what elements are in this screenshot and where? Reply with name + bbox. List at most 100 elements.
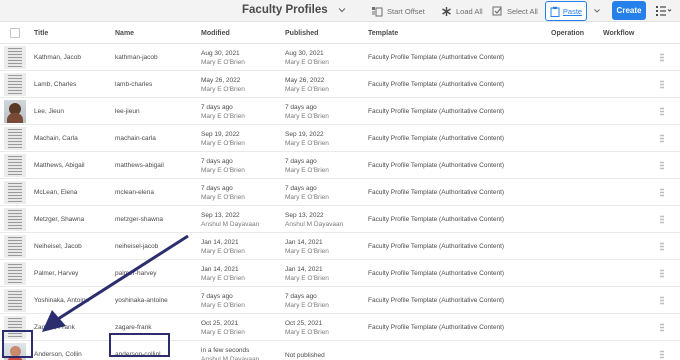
row-title[interactable]: Anderson, Collin (34, 351, 82, 358)
row-published: Oct 25, 2021 Mary E O'Brien (285, 319, 329, 337)
row-title[interactable]: Machain, Carla (34, 135, 78, 142)
published-date: 7 days ago (285, 158, 317, 165)
drag-handle-icon[interactable] (660, 215, 664, 224)
row-name: machain-carla (115, 135, 156, 142)
row-modified: Sep 19, 2022 Mary E O'Brien (201, 130, 245, 148)
page-title: Faculty Profiles (242, 4, 328, 16)
drag-handle-icon[interactable] (660, 323, 664, 332)
published-date: 7 days ago (285, 104, 317, 111)
row-published: Sep 19, 2022 Mary E O'Brien (285, 130, 329, 148)
select-all-button[interactable]: Select All (492, 5, 538, 17)
row-title[interactable]: Neiheisel, Jacob (34, 243, 82, 250)
drag-handle-icon[interactable] (660, 242, 664, 251)
row-title[interactable]: Metzger, Shawna (34, 216, 84, 223)
row-template: Faculty Profile Template (Authoritative … (368, 270, 505, 277)
drag-handle-icon[interactable] (660, 350, 664, 359)
paste-label: Paste (562, 6, 583, 16)
row-title[interactable]: Palmer, Harvey (34, 270, 78, 277)
thumbnail-image[interactable] (4, 73, 26, 96)
row-name: palmer-harvey (115, 270, 157, 277)
table-row[interactable]: Lamb, Charles lamb-charles May 26, 2022 … (0, 71, 680, 98)
row-modified: 7 days ago Mary E O'Brien (201, 103, 245, 121)
row-published: Sep 13, 2022 Anshul M Dayavaan (285, 211, 343, 229)
column-published[interactable]: Published (285, 30, 318, 37)
table-row[interactable]: Kathman, Jacob kathman-jacob Aug 30, 202… (0, 44, 680, 71)
row-title[interactable]: Zagare, Frank (34, 324, 75, 331)
column-title[interactable]: Title (34, 30, 48, 37)
table-row[interactable]: Metzger, Shawna metzger-shawna Sep 13, 2… (0, 206, 680, 233)
table-row[interactable]: Zagare, Frank zagare-frank Oct 25, 2021 … (0, 314, 680, 341)
row-title[interactable]: Lamb, Charles (34, 81, 76, 88)
drag-handle-icon[interactable] (660, 134, 664, 143)
table-row[interactable]: Lee, Jieun lee-jieun 7 days ago Mary E O… (0, 98, 680, 125)
table-row[interactable]: Machain, Carla machain-carla Sep 19, 202… (0, 125, 680, 152)
row-title[interactable]: Matthews, Abigail (34, 162, 85, 169)
table-row[interactable]: McLean, Elena mclean-elena 7 days ago Ma… (0, 179, 680, 206)
select-all-icon (492, 6, 502, 15)
row-title[interactable]: McLean, Elena (34, 189, 77, 196)
drag-handle-icon[interactable] (660, 269, 664, 278)
modified-by: Mary E O'Brien (201, 167, 245, 174)
paste-button[interactable]: Paste (545, 1, 587, 21)
thumbnail-image[interactable] (4, 154, 26, 177)
published-by: Mary E O'Brien (285, 275, 329, 282)
row-published: 7 days ago Mary E O'Brien (285, 184, 329, 202)
thumbnail-image[interactable] (4, 127, 26, 150)
load-all-button[interactable]: Load All (441, 5, 483, 17)
row-title[interactable]: Lee, Jieun (34, 108, 64, 115)
table-row[interactable]: Palmer, Harvey palmer-harvey Jan 14, 202… (0, 260, 680, 287)
load-all-label: Load All (456, 6, 483, 16)
thumbnail-image[interactable] (4, 100, 26, 123)
thumbnail-image[interactable] (4, 46, 26, 69)
row-name: matthews-abigail (115, 162, 164, 169)
thumbnail-image[interactable] (4, 289, 26, 312)
drag-handle-icon[interactable] (660, 296, 664, 305)
modified-by: Mary E O'Brien (201, 113, 245, 120)
column-operation[interactable]: Operation (551, 30, 584, 37)
row-template: Faculty Profile Template (Authoritative … (368, 216, 505, 223)
column-modified[interactable]: Modified (201, 30, 230, 37)
row-published: Jan 14, 2021 Mary E O'Brien (285, 238, 329, 256)
drag-handle-icon[interactable] (660, 161, 664, 170)
row-template: Faculty Profile Template (Authoritative … (368, 189, 505, 196)
published-date: Not published (285, 352, 325, 359)
start-offset-icon (372, 6, 383, 16)
column-name[interactable]: Name (115, 30, 134, 37)
chevron-down-icon[interactable] (337, 5, 347, 15)
modified-by: Mary E O'Brien (201, 140, 245, 147)
published-date: Oct 25, 2021 (285, 320, 323, 327)
modified-date: 7 days ago (201, 293, 233, 300)
modified-date: 7 days ago (201, 185, 233, 192)
modified-date: Sep 19, 2022 (201, 131, 240, 138)
row-published: Jan 14, 2021 Mary E O'Brien (285, 265, 329, 283)
row-published: Not published (285, 351, 325, 360)
modified-by: Mary E O'Brien (201, 194, 245, 201)
table-row[interactable]: Yoshinaka, Antoine yoshinaka-antoine 7 d… (0, 287, 680, 314)
chevron-down-icon[interactable] (593, 7, 601, 15)
modified-date: Jan 14, 2021 (201, 266, 239, 273)
modified-date: Aug 30, 2021 (201, 50, 240, 57)
table-row[interactable]: Neiheisel, Jacob neiheisel-jacob Jan 14,… (0, 233, 680, 260)
thumbnail-image[interactable] (4, 235, 26, 258)
drag-handle-icon[interactable] (660, 107, 664, 116)
list-view-icon[interactable] (656, 6, 672, 16)
create-button[interactable]: Create (612, 1, 646, 20)
row-published: 7 days ago Mary E O'Brien (285, 103, 329, 121)
table-row[interactable]: Anderson, Collin anderson-collinl in a f… (0, 341, 680, 360)
thumbnail-image[interactable] (4, 181, 26, 204)
select-all-checkbox[interactable] (10, 28, 20, 38)
table-row[interactable]: Matthews, Abigail matthews-abigail 7 day… (0, 152, 680, 179)
drag-handle-icon[interactable] (660, 80, 664, 89)
row-title[interactable]: Kathman, Jacob (34, 54, 81, 61)
row-template: Faculty Profile Template (Authoritative … (368, 243, 505, 250)
modified-date: Sep 13, 2022 (201, 212, 240, 219)
row-title[interactable]: Yoshinaka, Antoine (34, 297, 89, 304)
column-template[interactable]: Template (368, 30, 398, 37)
column-workflow[interactable]: Workflow (603, 30, 634, 37)
drag-handle-icon[interactable] (660, 53, 664, 62)
thumbnail-image[interactable] (4, 262, 26, 285)
modified-by: Mary E O'Brien (201, 59, 245, 66)
start-offset-button[interactable]: Start Offset (371, 5, 425, 17)
drag-handle-icon[interactable] (660, 188, 664, 197)
thumbnail-image[interactable] (4, 208, 26, 231)
